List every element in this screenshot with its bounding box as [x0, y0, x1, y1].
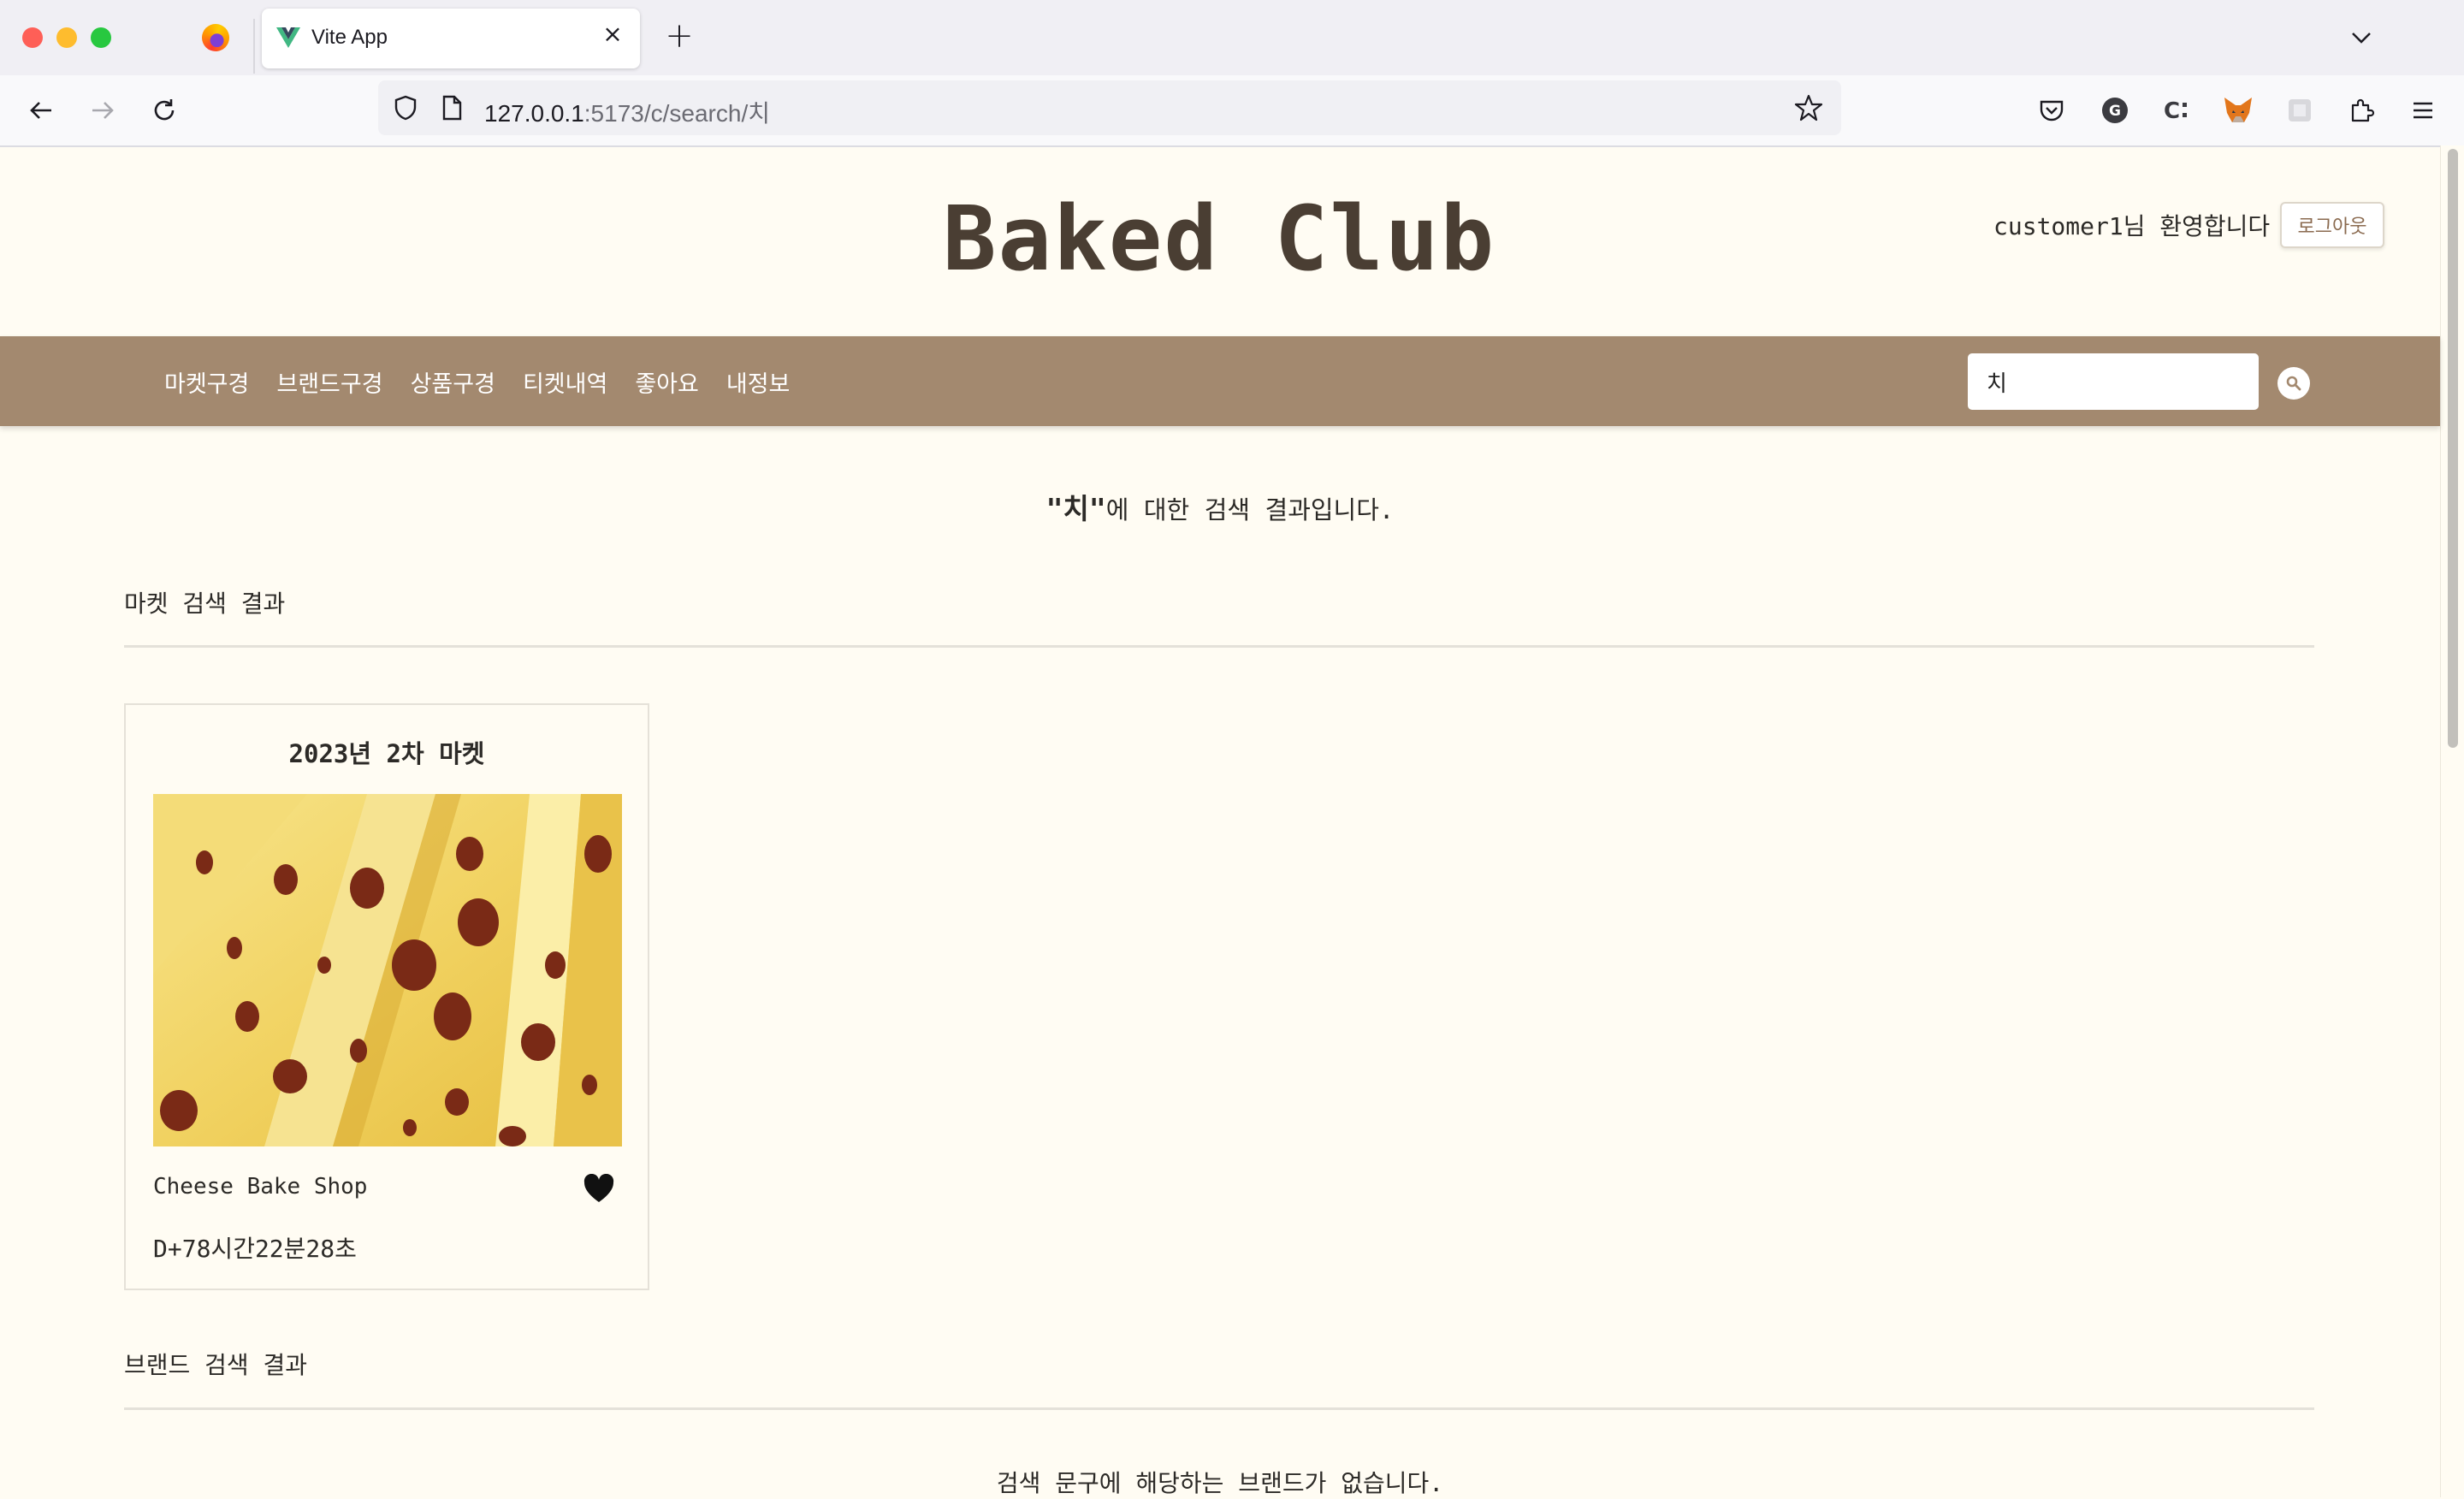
forward-icon[interactable] [82, 90, 123, 131]
metamask-fox-icon[interactable] [2218, 90, 2259, 131]
search-result-heading: "치"에 대한 검색 결과입니다. [0, 486, 2440, 527]
tab-divider [253, 19, 255, 74]
back-icon[interactable] [21, 90, 62, 131]
svg-text:G: G [2109, 103, 2121, 120]
extension-placeholder-icon[interactable] [2279, 90, 2320, 131]
heading-suffix: 에 대한 검색 결과입니다. [1105, 495, 1395, 524]
market-card[interactable]: 2023년 2차 마켓 Cheese Bake Shop D+78시간22분28… [124, 703, 649, 1290]
market-section-title: 마켓 검색 결과 [124, 590, 286, 618]
active-tab[interactable]: Vite App × [262, 9, 640, 68]
market-card-countdown: D+78시간22분28초 [153, 1235, 357, 1263]
app-menu-icon[interactable] [2402, 90, 2443, 131]
main-menu: 마켓구경 브랜드구경 상품구경 티켓내역 좋아요 내정보 [164, 365, 790, 399]
vue-icon [276, 27, 300, 48]
shield-icon[interactable] [390, 92, 421, 123]
url-host: 127.0.0.1 [484, 100, 584, 127]
nav-item-market[interactable]: 마켓구경 [164, 365, 249, 399]
nav-item-brand[interactable]: 브랜드구경 [276, 365, 382, 399]
page-icon[interactable] [436, 92, 467, 123]
site-title[interactable]: Baked Club [856, 187, 1583, 291]
logout-button[interactable]: 로그아웃 [2280, 202, 2384, 248]
extensions-puzzle-icon[interactable] [2341, 90, 2382, 131]
main-nav-bar: 마켓구경 브랜드구경 상품구경 티켓내역 좋아요 내정보 [0, 336, 2440, 426]
quote-close: " [1088, 492, 1106, 525]
cheese-image [153, 794, 622, 1146]
nav-item-my-info[interactable]: 내정보 [726, 365, 791, 399]
firefox-icon [202, 24, 229, 51]
url-bar[interactable]: 127.0.0.1:5173/c/search/치 [378, 80, 1841, 135]
search-button[interactable] [2277, 367, 2310, 400]
nav-item-products[interactable]: 상품구경 [411, 365, 495, 399]
market-card-image[interactable] [153, 794, 622, 1146]
new-tab-icon[interactable]: + [662, 19, 696, 53]
nav-item-likes[interactable]: 좋아요 [635, 365, 699, 399]
window-minimize-button[interactable] [56, 27, 77, 48]
window-close-button[interactable] [22, 27, 43, 48]
window-maximize-button[interactable] [91, 27, 111, 48]
page-scrollbar[interactable] [2440, 145, 2464, 1497]
market-card-brand[interactable]: Cheese Bake Shop [153, 1174, 367, 1200]
close-tab-icon[interactable]: × [599, 21, 626, 48]
market-section-divider [124, 645, 2314, 648]
browser-tab-bar: Vite App × + [0, 0, 2464, 75]
nav-item-tickets[interactable]: 티켓내역 [523, 365, 607, 399]
url-path: :5173/c/search/치 [583, 100, 770, 127]
scrollbar-thumb[interactable] [2448, 149, 2458, 748]
brand-section-divider [124, 1407, 2314, 1410]
search-icon [2286, 376, 2301, 391]
brand-section-title: 브랜드 검색 결과 [124, 1351, 308, 1379]
pocket-icon[interactable] [2031, 90, 2072, 131]
search-input[interactable] [1968, 353, 2259, 410]
url-text[interactable]: 127.0.0.1:5173/c/search/치 [484, 95, 770, 129]
heart-icon[interactable] [583, 1174, 615, 1205]
market-card-title[interactable]: 2023년 2차 마켓 [126, 734, 648, 770]
code-extension-icon[interactable]: C [2156, 90, 2197, 131]
tab-list-chevron-icon[interactable] [2344, 21, 2378, 55]
svg-text:C: C [2164, 98, 2180, 124]
search-query: 치 [1063, 492, 1089, 525]
bookmark-star-icon[interactable] [1793, 92, 1824, 123]
quote-open: " [1045, 492, 1063, 525]
firefox-view-tab[interactable] [190, 17, 241, 58]
reload-icon[interactable] [144, 90, 185, 131]
grammarly-extension-icon[interactable]: G [2094, 90, 2135, 131]
browser-toolbar: 127.0.0.1:5173/c/search/치 G C [0, 75, 2464, 147]
welcome-message: customer1님 환영합니다 [1993, 212, 2271, 240]
brand-empty-message: 검색 문구에 해당하는 브랜드가 없습니다. [996, 1469, 1444, 1497]
tab-title: Vite App [311, 26, 388, 49]
